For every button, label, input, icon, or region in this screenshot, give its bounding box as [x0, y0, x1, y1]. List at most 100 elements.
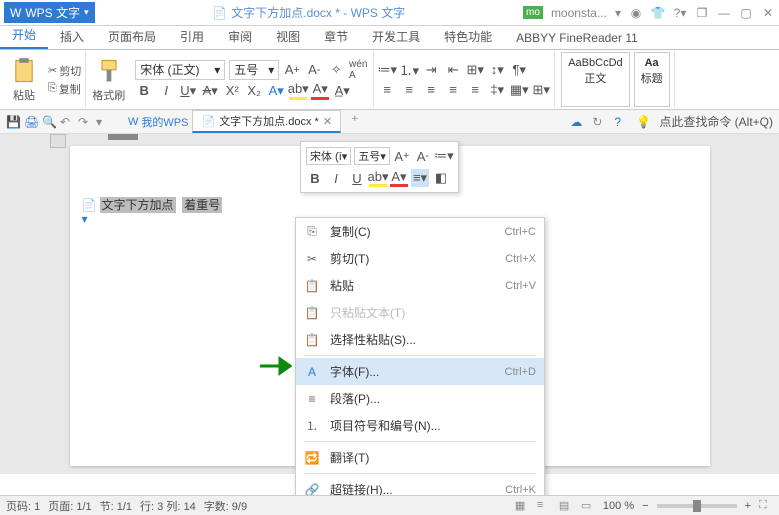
user-name[interactable]: moonsta...: [551, 6, 607, 20]
mini-highlight-icon[interactable]: ab▾: [369, 169, 387, 187]
zoom-out-icon[interactable]: −: [642, 500, 648, 512]
font-family-select[interactable]: 宋体 (正文)▾: [135, 60, 225, 80]
align-right-icon[interactable]: ≡: [422, 81, 440, 99]
status-page[interactable]: 页码: 1: [6, 498, 40, 514]
tab-view[interactable]: 视图: [264, 24, 312, 49]
ctx-copy[interactable]: ⎘复制(C)Ctrl+C: [296, 218, 544, 245]
show-marks-icon[interactable]: ¶▾: [510, 61, 528, 79]
close-icon[interactable]: ✕: [761, 6, 775, 20]
shrink-font-icon[interactable]: A-: [305, 61, 323, 79]
align-justify-icon[interactable]: ≡: [444, 81, 462, 99]
close-tab-icon[interactable]: ✕: [323, 115, 332, 128]
tab-settings-icon[interactable]: ⊞▾: [466, 61, 484, 79]
tab-features[interactable]: 特色功能: [432, 24, 504, 49]
zoom-thumb[interactable]: [693, 500, 701, 512]
clear-format-icon[interactable]: ✧: [327, 61, 345, 79]
style-normal[interactable]: AaBbCcDd 正文: [561, 52, 629, 107]
subscript-icon[interactable]: X₂: [245, 82, 263, 100]
font-size-select[interactable]: 五号▾: [229, 60, 279, 80]
save-icon[interactable]: 💾: [6, 115, 20, 129]
selected-text-2[interactable]: 着重号: [182, 197, 222, 213]
ruler-indent-marker[interactable]: [108, 134, 138, 140]
status-position[interactable]: 行: 3 列: 14: [140, 498, 196, 514]
preview-icon[interactable]: 🔍: [42, 115, 56, 129]
minimize-icon[interactable]: —: [717, 6, 731, 20]
zoom-slider[interactable]: [657, 504, 737, 508]
shading-icon[interactable]: ▦▾: [510, 81, 528, 99]
globe-icon[interactable]: ◉: [629, 6, 643, 20]
refresh-icon[interactable]: ↻: [592, 115, 606, 129]
mini-size-select[interactable]: 五号▾: [354, 147, 390, 165]
status-pages[interactable]: 页面: 1/1: [48, 498, 91, 514]
bold-icon[interactable]: B: [135, 82, 153, 100]
char-border-icon[interactable]: A̲▾: [333, 82, 351, 100]
style-heading[interactable]: Aa 标题: [634, 52, 670, 107]
mini-font-color-icon[interactable]: A▾: [390, 169, 408, 187]
border-icon[interactable]: ⊞▾: [532, 81, 550, 99]
superscript-icon[interactable]: X²: [223, 82, 241, 100]
indent-left-icon[interactable]: ⇤: [444, 61, 462, 79]
bullet-list-icon[interactable]: ≔▾: [378, 61, 396, 79]
cloud-icon[interactable]: ☁: [570, 115, 584, 129]
tab-devtools[interactable]: 开发工具: [360, 24, 432, 49]
phonetic-icon[interactable]: wénA: [349, 61, 367, 79]
doc-tab[interactable]: 📄 文字下方加点.docx * ✕ +: [192, 110, 341, 133]
highlight-icon[interactable]: ab▾: [289, 82, 307, 100]
fullscreen-icon[interactable]: ⛶: [759, 499, 773, 513]
mini-list-icon[interactable]: ≔▾: [435, 147, 453, 165]
align-dist-icon[interactable]: ≡: [466, 81, 484, 99]
underline-icon[interactable]: U▾: [179, 82, 197, 100]
copy-button[interactable]: ⎘复制: [48, 81, 81, 97]
cmd-search-hint[interactable]: 点此查找命令 (Alt+Q): [659, 113, 773, 130]
ctx-bullets[interactable]: ⒈项目符号和编号(N)...: [296, 412, 544, 439]
selected-text-1[interactable]: 文字下方加点: [100, 197, 176, 213]
italic-icon[interactable]: I: [157, 82, 175, 100]
mini-italic-icon[interactable]: I: [327, 169, 345, 187]
app-menu[interactable]: W WPS 文字 ▾: [4, 2, 95, 23]
tab-start[interactable]: 开始: [0, 22, 48, 49]
tab-section[interactable]: 章节: [312, 24, 360, 49]
line-spacing-icon[interactable]: ‡▾: [488, 81, 506, 99]
ctx-paste-special[interactable]: 📋选择性粘贴(S)...: [296, 326, 544, 353]
align-center-icon[interactable]: ≡: [400, 81, 418, 99]
mini-align-icon[interactable]: ≡▾: [411, 169, 429, 187]
font-color-icon[interactable]: A▾: [311, 82, 329, 100]
shirt-icon[interactable]: 👕: [651, 6, 665, 20]
grow-font-icon[interactable]: A+: [283, 61, 301, 79]
undo-icon[interactable]: ↶: [60, 115, 74, 129]
ctx-paragraph[interactable]: ≡段落(P)...: [296, 385, 544, 412]
number-list-icon[interactable]: ⒈▾: [400, 61, 418, 79]
indent-right-icon[interactable]: ⇥: [422, 61, 440, 79]
view-print-icon[interactable]: ▦: [515, 499, 529, 513]
chevron-down-icon[interactable]: ▾: [96, 115, 102, 129]
help-icon[interactable]: ?▾: [673, 6, 687, 20]
zoom-in-icon[interactable]: +: [745, 500, 751, 512]
ctx-font[interactable]: A字体(F)...Ctrl+D: [296, 358, 544, 385]
status-words[interactable]: 字数: 9/9: [204, 498, 247, 514]
ctx-cut[interactable]: ✂剪切(T)Ctrl+X: [296, 245, 544, 272]
print-icon[interactable]: 🖨: [24, 115, 38, 129]
view-read-icon[interactable]: ▭: [581, 499, 595, 513]
new-tab-icon[interactable]: +: [352, 113, 358, 125]
text-effect-icon[interactable]: A▾: [267, 82, 285, 100]
sort-icon[interactable]: ↕▾: [488, 61, 506, 79]
help-icon[interactable]: ?: [614, 115, 628, 129]
status-section[interactable]: 节: 1/1: [100, 498, 132, 514]
my-wps-tab[interactable]: W我的WPS: [128, 114, 188, 130]
mini-underline-icon[interactable]: U: [348, 169, 366, 187]
overlap-icon[interactable]: ❐: [695, 6, 709, 20]
redo-icon[interactable]: ↷: [78, 115, 92, 129]
mini-font-select[interactable]: 宋体 (ī▾: [306, 147, 351, 165]
tab-insert[interactable]: 插入: [48, 24, 96, 49]
mini-bold-icon[interactable]: B: [306, 169, 324, 187]
strike-icon[interactable]: A▾: [201, 82, 219, 100]
view-outline-icon[interactable]: ▤: [559, 499, 573, 513]
ctx-paste[interactable]: 📋粘贴Ctrl+V: [296, 272, 544, 299]
tab-abbyy[interactable]: ABBYY FineReader 11: [504, 27, 650, 49]
maximize-icon[interactable]: ▢: [739, 6, 753, 20]
mini-grow-font-icon[interactable]: A+: [393, 147, 411, 165]
cut-button[interactable]: ✂剪切: [48, 63, 81, 79]
tab-references[interactable]: 引用: [168, 24, 216, 49]
status-zoom[interactable]: 100 %: [603, 500, 634, 512]
mini-shrink-font-icon[interactable]: A-: [414, 147, 432, 165]
